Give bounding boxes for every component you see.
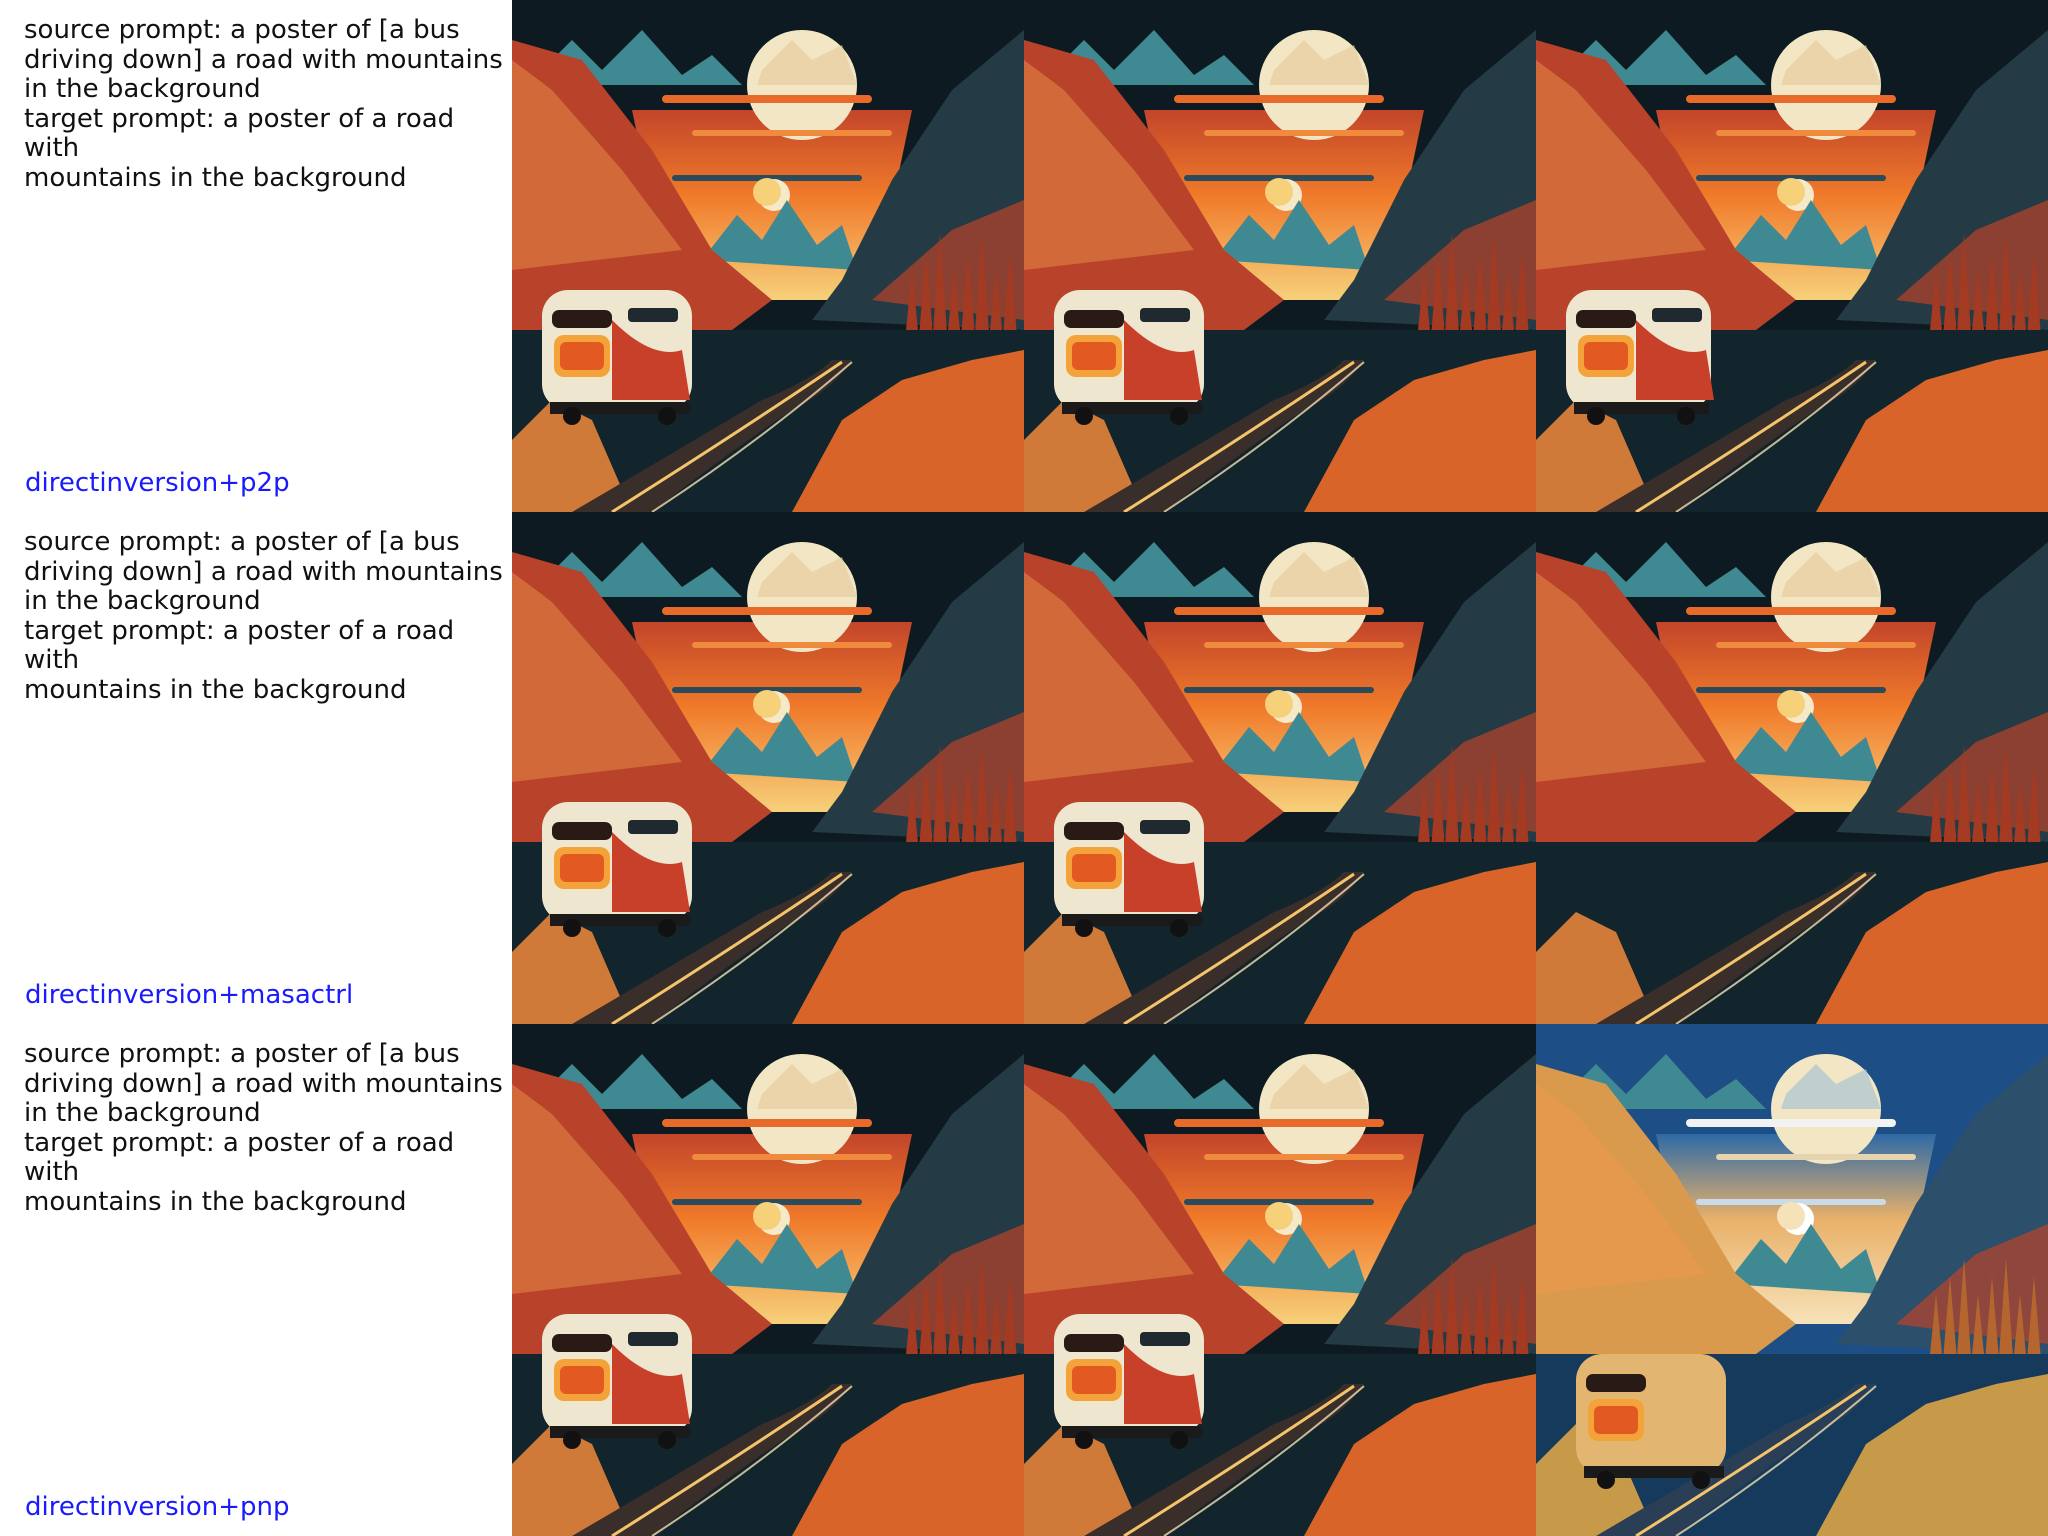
source-prompt-line: driving down] a road with mountains (24, 1068, 503, 1099)
method-label: directinversion+p2p (25, 468, 290, 498)
reconstruction-image (1024, 512, 1536, 1024)
edited-image (1536, 512, 2048, 1024)
method-label: directinversion+pnp (25, 1492, 290, 1522)
source-prompt-line: driving down] a road with mountains (24, 556, 503, 587)
target-prompt-line: target prompt: a poster of a road with (24, 103, 455, 163)
prompt-text: source prompt: a poster of [a bus drivin… (24, 15, 504, 193)
source-prompt-line: source prompt: a poster of [a bus (24, 527, 460, 557)
source-prompt-line: driving down] a road with mountains (24, 44, 503, 75)
source-prompt-line: in the background (24, 74, 261, 104)
edited-image (1536, 1024, 2048, 1536)
prompt-label-panel: source prompt: a poster of [a bus drivin… (0, 1024, 512, 1536)
source-prompt-line: in the background (24, 586, 261, 616)
target-prompt-line: mountains in the background (24, 1186, 407, 1217)
source-image (512, 0, 1024, 512)
target-prompt-line: mountains in the background (24, 162, 407, 193)
source-prompt-line: source prompt: a poster of [a bus (24, 15, 460, 45)
prompt-label-panel: source prompt: a poster of [a bus drivin… (0, 0, 512, 512)
prompt-text: source prompt: a poster of [a bus drivin… (24, 1039, 504, 1217)
source-prompt-line: source prompt: a poster of [a bus (24, 1039, 460, 1069)
source-prompt-line: in the background (24, 1098, 261, 1128)
reconstruction-image (1024, 1024, 1536, 1536)
comparison-row: source prompt: a poster of [a bus drivin… (0, 1024, 2048, 1536)
source-image (512, 1024, 1024, 1536)
method-label: directinversion+masactrl (25, 980, 354, 1010)
comparison-row: source prompt: a poster of [a bus drivin… (0, 0, 2048, 512)
target-prompt-line: target prompt: a poster of a road with (24, 615, 455, 675)
prompt-label-panel: source prompt: a poster of [a bus drivin… (0, 512, 512, 1024)
target-prompt-line: target prompt: a poster of a road with (24, 1127, 455, 1187)
prompt-text: source prompt: a poster of [a bus drivin… (24, 527, 504, 705)
reconstruction-image (1024, 0, 1536, 512)
edited-image (1536, 0, 2048, 512)
source-image (512, 512, 1024, 1024)
comparison-row: source prompt: a poster of [a bus drivin… (0, 512, 2048, 1024)
target-prompt-line: mountains in the background (24, 674, 407, 705)
